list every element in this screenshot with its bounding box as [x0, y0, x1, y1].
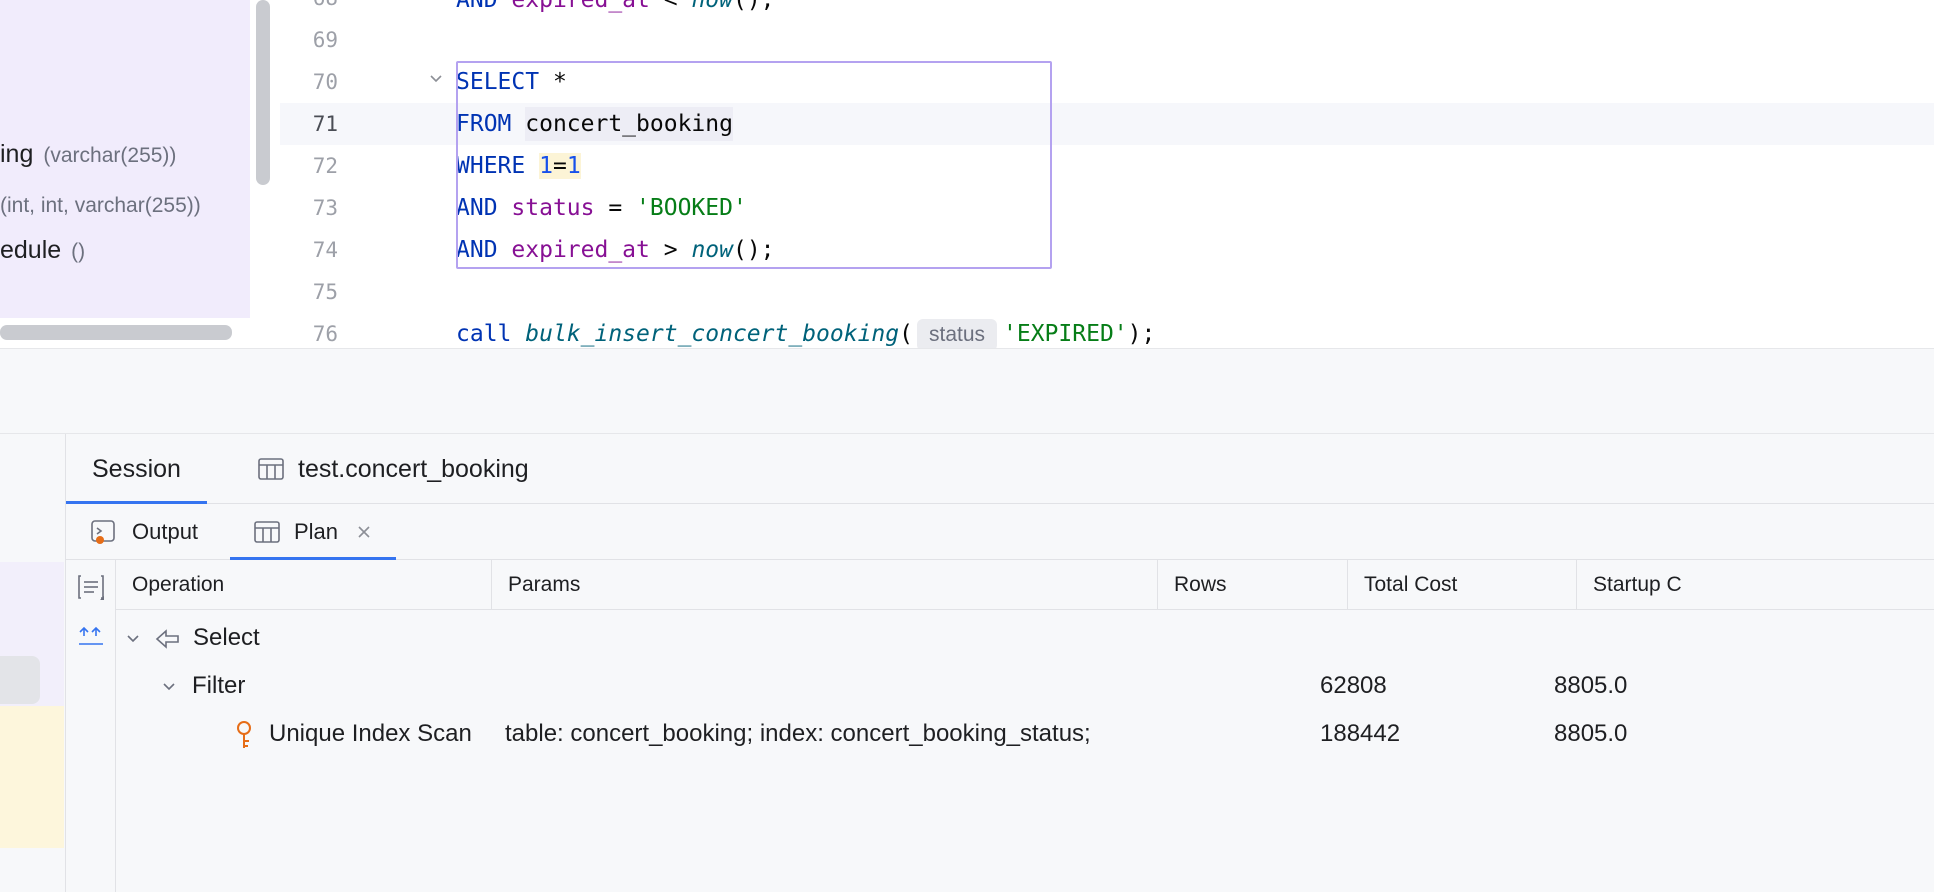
result-tab-bar: Output Plan: [66, 504, 1934, 561]
table-row[interactable]: Select: [116, 614, 1934, 662]
tree-item-signature: (): [71, 240, 86, 263]
fold-chevron-icon[interactable]: [428, 71, 444, 87]
line-number: 72: [312, 154, 338, 178]
database-tree-panel: ing (varchar(255)) (int, int, varchar(255…: [0, 0, 280, 348]
session-tab-bar: Session test.concert_booking: [66, 434, 1934, 505]
expand-all-button[interactable]: [74, 620, 108, 654]
console-output-icon: [90, 518, 118, 546]
operation-cell: Unique Index Scan: [269, 720, 472, 747]
line-number: 75: [312, 280, 338, 304]
tree-item-name: ing: [0, 140, 34, 168]
text-view-icon: [78, 575, 104, 600]
params-cell: table: concert_booking; index: concert_b…: [505, 720, 1091, 747]
line-number: 69: [312, 28, 338, 52]
tree-vertical-scrollbar[interactable]: [256, 0, 270, 185]
explain-plan-grid: Operation Params Rows Total Cost Startup…: [116, 560, 1934, 892]
table-icon: [254, 521, 280, 543]
tool-window-header: [0, 348, 1934, 434]
tab-output[interactable]: Output: [66, 504, 222, 560]
line-number: 68: [280, 0, 338, 10]
expand-chevron-icon[interactable]: [124, 614, 142, 662]
column-header-startup-cost[interactable]: Startup C: [1577, 560, 1934, 610]
tree-item-name: edule: [0, 236, 62, 264]
tab-table-concert-booking[interactable]: test.concert_booking: [238, 434, 549, 504]
total-cost-cell: 8805.0: [1554, 720, 1628, 747]
line-number: 70: [312, 70, 338, 94]
parameter-hint: status: [916, 318, 998, 351]
operation-cell: Select: [193, 624, 260, 651]
tab-plan[interactable]: Plan: [230, 504, 397, 561]
tree-horizontal-scrollbar[interactable]: [0, 325, 232, 340]
show-plan-text-button[interactable]: [74, 570, 108, 604]
line-number: 73: [312, 196, 338, 220]
expand-chevron-icon[interactable]: [160, 662, 178, 710]
line-number: 76: [312, 322, 338, 346]
tree-item-routine-2[interactable]: (int, int, varchar(255)): [0, 190, 201, 219]
column-header-total-cost[interactable]: Total Cost: [1348, 560, 1577, 610]
column-header-rows[interactable]: Rows: [1158, 560, 1348, 610]
tree-item-routine-1[interactable]: ing (varchar(255)): [0, 140, 176, 169]
tab-session[interactable]: Session: [66, 434, 207, 505]
operation-cell: Filter: [192, 672, 246, 699]
expand-all-icon: [79, 626, 103, 645]
column-header-params[interactable]: Params: [492, 560, 1158, 610]
table-icon: [258, 458, 284, 480]
tree-item-routine-3[interactable]: edule (): [0, 236, 85, 265]
line-number: 74: [312, 238, 338, 262]
code-line-68: AND expired_at < now();: [456, 0, 775, 13]
rail-warning-area: [0, 706, 64, 848]
rows-cell: 62808: [1320, 672, 1387, 699]
column-header-operation[interactable]: Operation: [116, 560, 492, 610]
sql-editor[interactable]: 68 69 70 71 72 73 74 75 76 AND expired_a…: [280, 0, 1934, 351]
total-cost-cell: 8805.0: [1554, 672, 1628, 699]
line-number-active: 71: [312, 112, 338, 136]
index-key-icon: [234, 710, 254, 758]
tree-item-signature: (int, int, varchar(255)): [0, 194, 201, 217]
rail-selected-item[interactable]: [0, 656, 40, 704]
tree-item-signature: (varchar(255)): [43, 144, 177, 167]
rows-cell: 188442: [1320, 720, 1401, 747]
statement-selection-box: [456, 61, 1052, 269]
grid-header: Operation Params Rows Total Cost Startup…: [116, 560, 1934, 610]
table-row[interactable]: Filter 62808 8805.0: [116, 662, 1934, 710]
select-operation-icon: [154, 614, 182, 662]
close-tab-icon[interactable]: [356, 524, 372, 540]
plan-toolbar: [66, 560, 116, 892]
table-row[interactable]: Unique Index Scan table: concert_booking…: [116, 710, 1934, 758]
services-tree-rail: [0, 434, 66, 892]
